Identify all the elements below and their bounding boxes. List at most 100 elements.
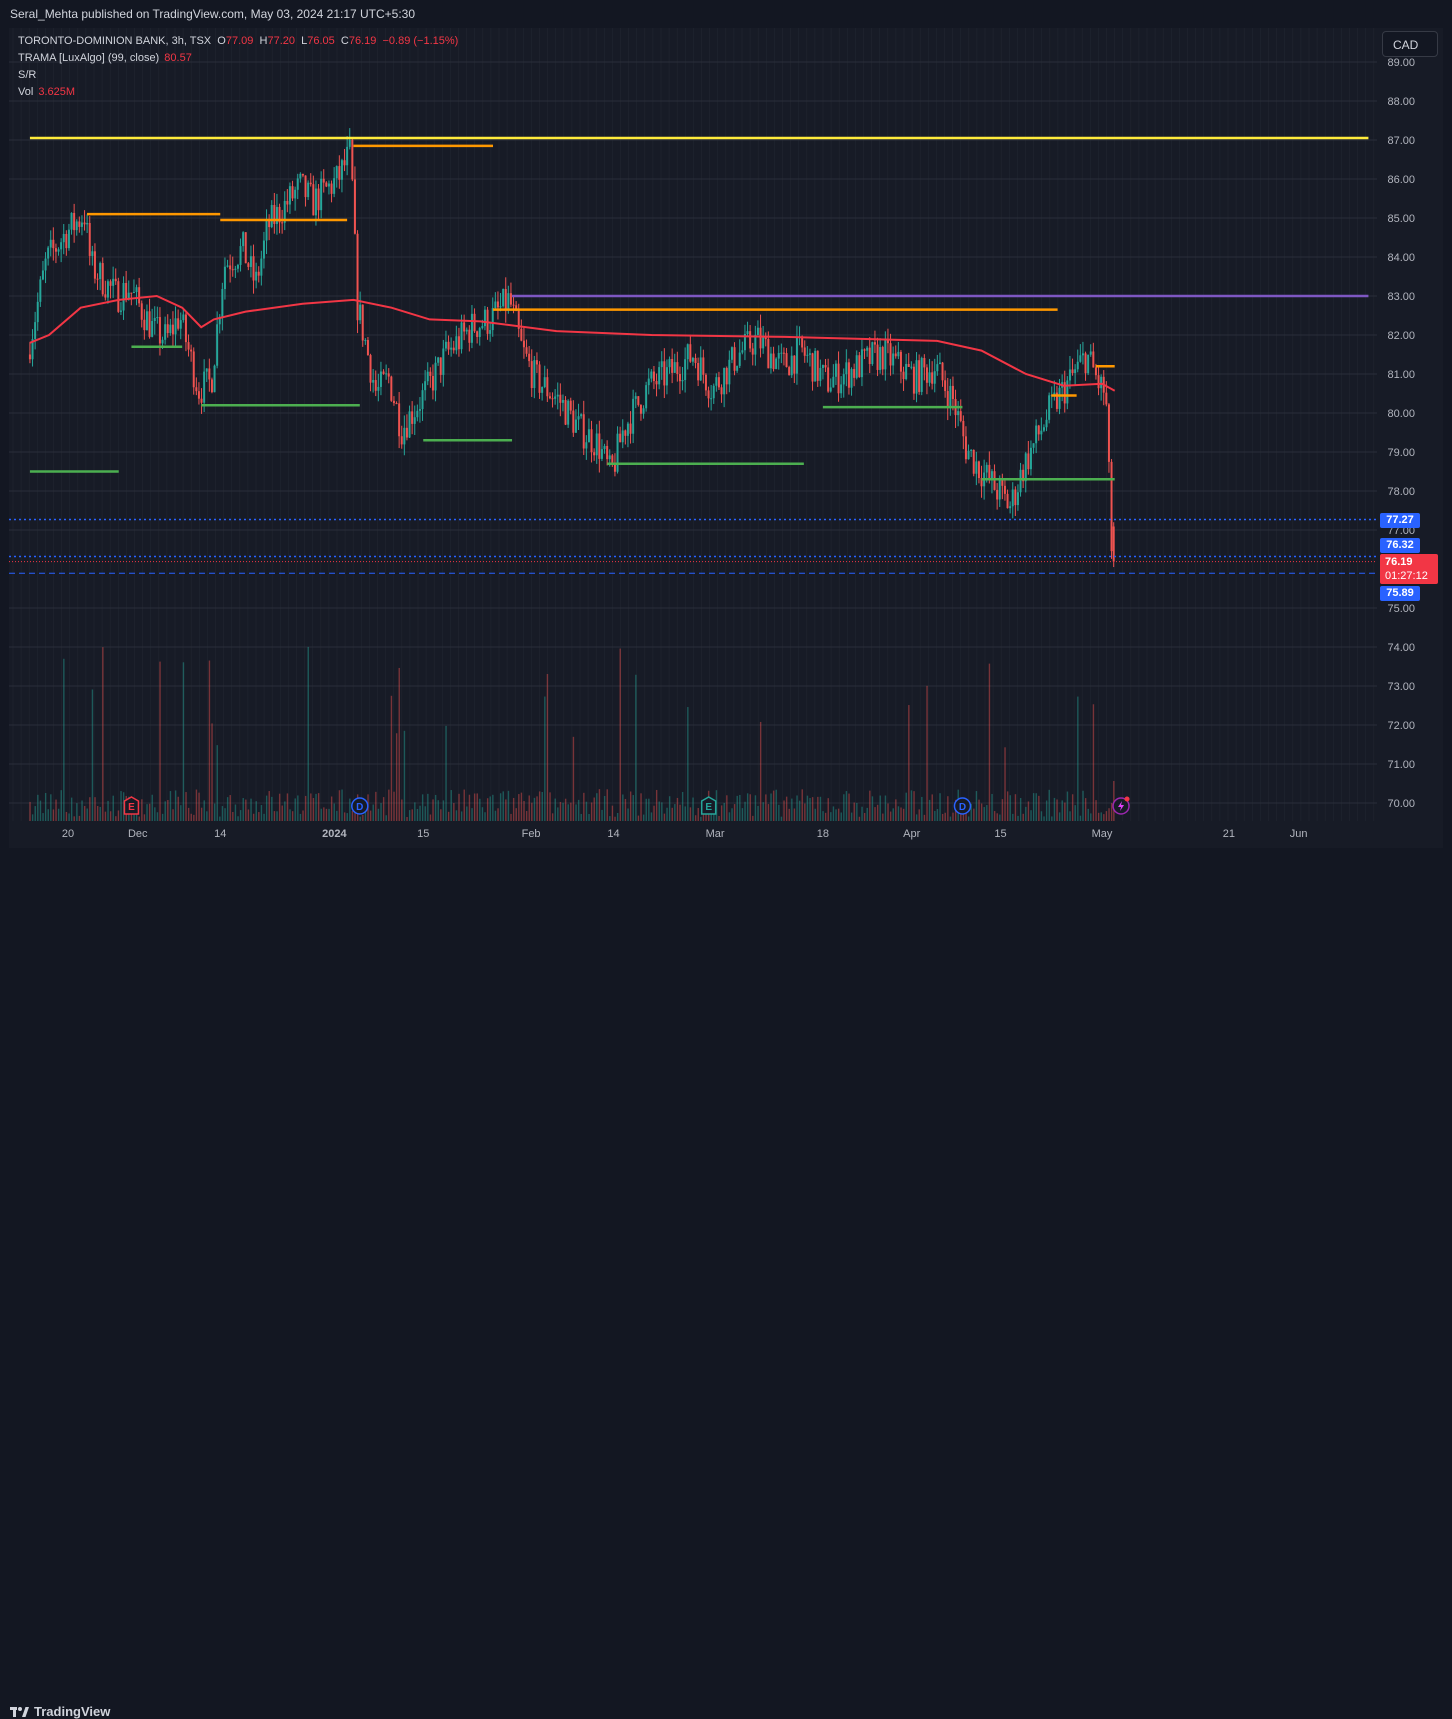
volume-bar <box>869 790 871 821</box>
volume-bar <box>1084 798 1087 821</box>
candle-body <box>356 233 359 321</box>
legend-vol-row[interactable]: Vol 3.625M <box>18 86 75 98</box>
volume-bar <box>219 816 221 821</box>
candle-body <box>1035 425 1038 444</box>
volume-bar <box>900 807 902 821</box>
volume-bar <box>824 812 827 821</box>
tradingview-brand[interactable]: TradingView <box>10 1704 110 1719</box>
candle-body <box>587 429 590 443</box>
y-tick-label: 84.00 <box>1387 252 1415 264</box>
chart-frame[interactable]: 89.00 88.00 87.00 86.00 85.00 84.00 83.00 82.00… <box>9 28 1443 848</box>
candle-body <box>1081 353 1084 356</box>
candle-body <box>320 178 323 211</box>
candle-body <box>694 357 697 364</box>
volume-bar <box>720 805 723 821</box>
candle-body <box>707 390 710 399</box>
volume-bar <box>583 792 585 821</box>
candle-body <box>359 304 362 321</box>
volume-bar <box>798 800 801 821</box>
candle-body <box>1048 395 1051 420</box>
volume-bar <box>174 790 177 821</box>
volume-bar <box>393 791 395 821</box>
volume-bar <box>265 795 268 821</box>
volume-bar <box>148 803 151 821</box>
candle-body <box>738 352 741 366</box>
candle-body <box>964 436 967 460</box>
candle-body <box>262 240 265 259</box>
candle-body <box>886 340 889 344</box>
volume-bar <box>952 812 954 821</box>
volume-bar <box>180 805 182 821</box>
candle-body <box>379 371 382 387</box>
currency-button[interactable]: CAD <box>1382 31 1438 57</box>
volume-bar <box>986 805 988 821</box>
volume-bar <box>252 813 255 821</box>
candle-body <box>408 411 411 438</box>
volume-bar <box>190 813 192 821</box>
candle-body <box>525 347 528 354</box>
volume-bar <box>796 795 798 821</box>
candle-body <box>548 396 551 399</box>
candle-body <box>346 146 349 166</box>
volume-bar <box>289 809 291 821</box>
volume-bar <box>679 804 681 821</box>
volume-bar <box>473 793 476 821</box>
candle-body <box>782 352 785 354</box>
candle-body <box>351 139 354 180</box>
candle-body <box>699 357 702 381</box>
candle-body <box>398 403 401 437</box>
legend-trama-row[interactable]: TRAMA [LuxAlgo] (99, close) 80.57 <box>18 52 192 64</box>
volume-bar <box>700 816 702 821</box>
candle-body <box>174 318 177 335</box>
volume-bar <box>1035 793 1037 821</box>
candle-body <box>868 347 871 365</box>
legend-close: 76.19 <box>348 35 377 47</box>
candle-body <box>504 288 507 311</box>
volume-bar <box>801 789 803 821</box>
candle-body <box>1037 425 1040 435</box>
candle-body <box>632 398 635 434</box>
volume-bar <box>489 796 491 821</box>
volume-bar <box>499 793 502 821</box>
volume-bar <box>276 811 278 821</box>
candle-body <box>837 363 840 394</box>
candle-body <box>166 324 169 334</box>
candle-body <box>1040 430 1043 435</box>
volume-bar <box>975 791 978 821</box>
volume-bar <box>427 793 429 821</box>
y-tick-label: 86.00 <box>1387 174 1415 186</box>
candle-body <box>691 357 694 362</box>
candle-body <box>457 336 460 350</box>
candle-body <box>1087 354 1090 374</box>
candle-body <box>918 360 921 392</box>
candle-body <box>881 347 884 370</box>
volume-bar <box>76 803 78 821</box>
candle-body <box>67 229 70 249</box>
candle-body <box>1006 493 1009 509</box>
candle-body <box>925 367 928 383</box>
candle-body <box>522 340 525 348</box>
volume-bar <box>44 792 47 821</box>
volume-bar <box>533 797 536 821</box>
candle-body <box>140 303 143 320</box>
candle-body <box>957 411 960 416</box>
volume-bar <box>1009 795 1011 821</box>
legend-sr-row[interactable]: S/R <box>18 69 36 81</box>
x-tick-label: May <box>1092 828 1113 840</box>
candle-body <box>889 343 892 366</box>
volume-bar <box>723 802 725 821</box>
volume-bar <box>765 794 767 821</box>
volume-bar <box>320 808 322 821</box>
volume-bar <box>733 804 736 821</box>
candle-body <box>814 350 817 382</box>
legend-vol-value: 3.625M <box>38 86 76 98</box>
price-chart[interactable]: 89.00 88.00 87.00 86.00 85.00 84.00 83.00 82.00… <box>9 28 1443 848</box>
candle-body <box>668 359 671 368</box>
volume-bar <box>837 808 840 821</box>
candle-body <box>236 264 239 269</box>
volume-bar <box>689 807 692 821</box>
candle-body <box>148 311 151 337</box>
candle-body <box>858 355 861 378</box>
volume-bar <box>291 811 294 821</box>
volume-bar <box>81 800 83 821</box>
